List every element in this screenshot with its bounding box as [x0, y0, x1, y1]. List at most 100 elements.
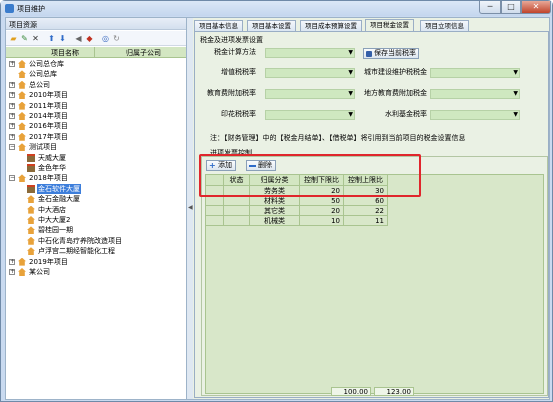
tree-node[interactable]: + 公司总仓库: [6, 59, 186, 69]
house-icon: [18, 80, 26, 89]
tree-node-label: 卢浮宫二期经智能化工程: [38, 247, 115, 256]
arrow-down-icon[interactable]: ⬇: [58, 34, 67, 43]
expand-icon[interactable]: +: [9, 133, 15, 140]
tree-node-label: 公司总仓库: [29, 60, 64, 68]
tree-node-label: 金色年华: [38, 164, 66, 172]
house-icon: [18, 132, 26, 141]
column-subsidiary[interactable]: 归属子公司: [126, 48, 161, 58]
cell-upper[interactable]: 11: [344, 216, 388, 226]
minimize-button[interactable]: ─: [479, 1, 501, 14]
row-indicator[interactable]: [206, 206, 224, 216]
tree-node[interactable]: +2019年项目: [6, 257, 186, 267]
tree-node[interactable]: +2016年项目: [6, 121, 186, 131]
project-resource-panel: 项目资源 ▰ ✎ ✕ ⬆ ⬇ ◀ ◆ ◎ ↻ 项目名称 归属子公司 + 公司总仓库…: [6, 18, 187, 399]
urban-tax-select[interactable]: ▼: [430, 68, 520, 78]
cell-status[interactable]: [224, 216, 250, 226]
tree-node[interactable]: 天威大厦: [6, 153, 186, 163]
tree-node[interactable]: 金石软件大厦: [6, 183, 186, 194]
tree-node[interactable]: +2014年项目: [6, 111, 186, 121]
tree-node-label: 某公司: [29, 268, 50, 276]
cell-lower[interactable]: 20: [300, 206, 344, 216]
building-icon: [27, 153, 35, 162]
expand-icon[interactable]: +: [9, 81, 15, 88]
tree-node[interactable]: + 某公司: [6, 267, 186, 277]
cell-status[interactable]: [224, 206, 250, 216]
tree-node[interactable]: 公司总库: [6, 69, 186, 79]
arrow-up-icon[interactable]: ⬆: [47, 34, 56, 43]
close-button[interactable]: ✕: [521, 1, 551, 14]
tree-node-label: 中大酒店: [38, 205, 66, 214]
stamp-rate-label: 印花税税率: [221, 110, 256, 118]
section-title: 税金及进项发票设置: [200, 36, 263, 44]
save-rate-button[interactable]: 保存当前税率: [363, 48, 419, 59]
cell-lower[interactable]: 50: [300, 196, 344, 206]
expand-icon[interactable]: +: [9, 113, 15, 119]
tag-icon[interactable]: ◆: [85, 34, 94, 43]
tree-node[interactable]: +2017年项目: [6, 132, 186, 142]
tree-node[interactable]: 中石化青岛疗养院改造项目: [6, 236, 186, 246]
collapse-icon[interactable]: −: [9, 144, 15, 151]
cell-status[interactable]: [224, 196, 250, 206]
edit-icon[interactable]: ✎: [20, 34, 29, 43]
building-icon: [27, 164, 35, 172]
refresh-icon[interactable]: ↻: [112, 34, 121, 43]
column-project-name[interactable]: 项目名称: [51, 48, 79, 58]
house-icon: [18, 101, 26, 110]
tree-node[interactable]: 中大大厦2: [6, 215, 186, 225]
invoice-grid: 状态 归属分类 控制下限比例% 控制上限比例% 劳务类2030材料类5060其它…: [205, 174, 544, 396]
education-rate-select[interactable]: ▼: [265, 89, 355, 99]
expand-icon[interactable]: +: [9, 123, 15, 130]
tree-node-label: 总公司: [29, 80, 50, 89]
column-divider: [94, 47, 95, 58]
chevron-down-icon: ▼: [348, 49, 353, 56]
tree-node[interactable]: 金色年华: [6, 163, 186, 173]
expand-icon[interactable]: +: [9, 92, 15, 99]
tree-node[interactable]: 碧桂园一期: [6, 225, 186, 235]
stamp-rate-select[interactable]: ▼: [265, 110, 355, 120]
expand-icon[interactable]: +: [9, 61, 15, 67]
cell-upper[interactable]: 22: [344, 206, 388, 216]
tree-node[interactable]: 卢浮宫二期经智能化工程: [6, 246, 186, 256]
maximize-button[interactable]: □: [501, 1, 521, 14]
tab-project-approval[interactable]: 项目立项信息: [420, 20, 469, 31]
expand-icon[interactable]: +: [9, 102, 15, 109]
tax-method-select[interactable]: ▼: [265, 48, 355, 58]
expand-icon[interactable]: +: [9, 269, 15, 275]
cell-category[interactable]: 机械类: [250, 216, 300, 226]
cell-upper[interactable]: 60: [344, 196, 388, 206]
open-folder-icon[interactable]: ▰: [9, 34, 18, 43]
tab-tax-settings[interactable]: 项目税金设置: [365, 19, 414, 31]
binoculars-icon[interactable]: ◎: [101, 34, 110, 43]
delete-icon[interactable]: ✕: [31, 34, 40, 43]
cell-category[interactable]: 材料类: [250, 196, 300, 206]
house-icon: [18, 91, 26, 100]
tab-basic-settings[interactable]: 项目基本设置: [247, 20, 296, 31]
tree-node[interactable]: − 2018年项目: [6, 173, 186, 183]
tree-node[interactable]: 中大酒店: [6, 205, 186, 215]
water-fund-select[interactable]: ▼: [430, 110, 520, 120]
tab-basic-info[interactable]: 项目基本信息: [194, 20, 243, 31]
tree-node[interactable]: − 测试项目: [6, 142, 186, 152]
tree-node[interactable]: +2010年项目: [6, 90, 186, 100]
tree-node-label: 2017年项目: [29, 132, 68, 141]
back-icon[interactable]: ◀: [74, 34, 83, 43]
local-education-select[interactable]: ▼: [430, 89, 520, 99]
house-icon: [18, 268, 26, 276]
expand-icon[interactable]: +: [9, 258, 15, 265]
cell-category[interactable]: 其它类: [250, 206, 300, 216]
tree-node[interactable]: 金石金融大厦: [6, 194, 186, 204]
tree-node[interactable]: +2011年项目: [6, 101, 186, 111]
chevron-down-icon: ▼: [348, 69, 353, 76]
collapse-icon[interactable]: −: [9, 175, 15, 182]
tab-cost-budget[interactable]: 项目成本预算设置: [300, 20, 362, 31]
water-fund-label: 水利基金税率: [385, 110, 427, 118]
tree-node[interactable]: + 总公司: [6, 80, 186, 90]
cell-lower[interactable]: 10: [300, 216, 344, 226]
row-indicator[interactable]: [206, 196, 224, 206]
title-bar[interactable]: 项目维护 ─ □ ✕: [1, 1, 552, 16]
vat-rate-select[interactable]: ▼: [265, 68, 355, 78]
tree-toolbar: ▰ ✎ ✕ ⬆ ⬇ ◀ ◆ ◎ ↻: [6, 31, 186, 46]
collapse-arrow-icon[interactable]: ◀: [188, 204, 193, 211]
row-indicator[interactable]: [206, 216, 224, 226]
house-icon: [18, 112, 26, 120]
